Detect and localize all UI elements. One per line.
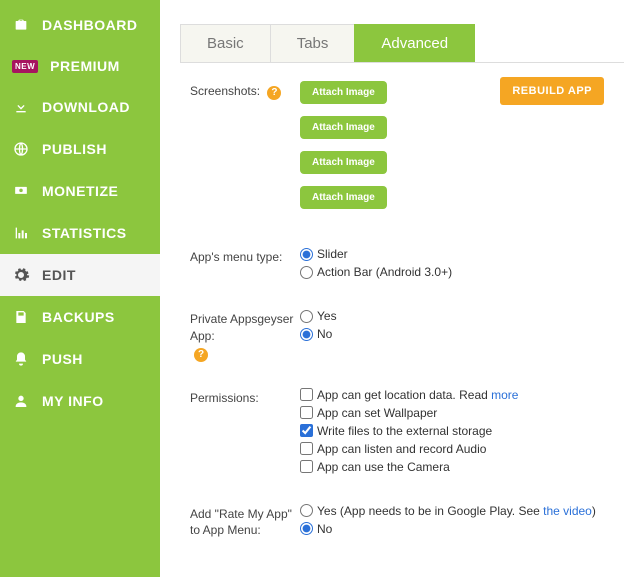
sidebar-item-label: PUSH <box>42 351 83 367</box>
chart-icon <box>12 224 30 242</box>
sidebar-item-label: DOWNLOAD <box>42 99 130 115</box>
screenshots-label: Screenshots: ? <box>190 81 300 221</box>
sidebar-item-backups[interactable]: BACKUPS <box>0 296 160 338</box>
tab-advanced[interactable]: Advanced <box>354 24 475 62</box>
sidebar-item-push[interactable]: PUSH <box>0 338 160 380</box>
radio-slider[interactable]: Slider <box>300 247 604 261</box>
rebuild-app-button[interactable]: REBUILD APP <box>500 77 604 105</box>
sidebar-item-myinfo[interactable]: MY INFO <box>0 380 160 422</box>
sidebar-item-label: EDIT <box>42 267 76 283</box>
read-more-link[interactable]: more <box>491 388 518 402</box>
sidebar-item-premium[interactable]: NEW PREMIUM <box>0 46 160 86</box>
user-icon <box>12 392 30 410</box>
perm-write-storage-checkbox[interactable] <box>300 424 313 437</box>
perm-camera-checkbox[interactable] <box>300 460 313 473</box>
sidebar-item-label: PUBLISH <box>42 141 107 157</box>
briefcase-icon <box>12 16 30 34</box>
tabs: Basic Tabs Advanced <box>180 24 624 63</box>
globe-icon <box>12 140 30 158</box>
sidebar-item-dashboard[interactable]: DASHBOARD <box>0 4 160 46</box>
sidebar: DASHBOARD NEW PREMIUM DOWNLOAD PUBLISH M… <box>0 0 160 577</box>
gear-icon <box>12 266 30 284</box>
sidebar-item-label: MONETIZE <box>42 183 118 199</box>
sidebar-item-monetize[interactable]: MONETIZE <box>0 170 160 212</box>
perm-audio[interactable]: App can listen and record Audio <box>300 442 604 456</box>
radio-private-no[interactable]: No <box>300 327 604 341</box>
row-private: Private Appsgeyser App: ? Yes No <box>190 309 604 362</box>
perm-camera[interactable]: App can use the Camera <box>300 460 604 474</box>
perm-location-checkbox[interactable] <box>300 388 313 401</box>
perm-location[interactable]: App can get location data. Read more <box>300 388 604 402</box>
perm-wallpaper[interactable]: App can set Wallpaper <box>300 406 604 420</box>
radio-rate-yes[interactable]: Yes (App needs to be in Google Play. See… <box>300 504 604 518</box>
rate-label: Add "Rate My App" to App Menu: <box>190 504 300 540</box>
help-icon[interactable]: ? <box>194 348 208 362</box>
perm-wallpaper-checkbox[interactable] <box>300 406 313 419</box>
radio-rate-no-input[interactable] <box>300 522 313 535</box>
row-rate-my-app: Add "Rate My App" to App Menu: Yes (App … <box>190 504 604 540</box>
content: REBUILD APP Screenshots: ? Attach Image … <box>160 63 624 550</box>
sidebar-item-edit[interactable]: EDIT <box>0 254 160 296</box>
row-permissions: Permissions: App can get location data. … <box>190 388 604 478</box>
radio-rate-yes-input[interactable] <box>300 504 313 517</box>
perm-audio-checkbox[interactable] <box>300 442 313 455</box>
radio-private-yes[interactable]: Yes <box>300 309 604 323</box>
attach-image-button-3[interactable]: Attach Image <box>300 151 387 174</box>
money-icon <box>12 182 30 200</box>
new-badge-icon: NEW <box>12 60 38 73</box>
radio-private-yes-input[interactable] <box>300 310 313 323</box>
radio-actionbar-input[interactable] <box>300 266 313 279</box>
row-menu-type: App's menu type: Slider Action Bar (Andr… <box>190 247 604 283</box>
see-video-link[interactable]: the video <box>543 504 592 518</box>
sidebar-item-label: MY INFO <box>42 393 104 409</box>
sidebar-item-label: BACKUPS <box>42 309 115 325</box>
sidebar-item-publish[interactable]: PUBLISH <box>0 128 160 170</box>
radio-rate-no[interactable]: No <box>300 522 604 536</box>
sidebar-item-label: STATISTICS <box>42 225 127 241</box>
main: Basic Tabs Advanced REBUILD APP Screensh… <box>160 0 624 577</box>
sidebar-item-label: PREMIUM <box>50 58 120 74</box>
radio-slider-input[interactable] <box>300 248 313 261</box>
tab-tabs[interactable]: Tabs <box>270 24 356 62</box>
radio-private-no-input[interactable] <box>300 328 313 341</box>
radio-actionbar[interactable]: Action Bar (Android 3.0+) <box>300 265 604 279</box>
menu-type-label: App's menu type: <box>190 247 300 283</box>
tab-basic[interactable]: Basic <box>180 24 271 62</box>
sidebar-item-statistics[interactable]: STATISTICS <box>0 212 160 254</box>
attach-image-button-1[interactable]: Attach Image <box>300 81 387 104</box>
attach-image-button-2[interactable]: Attach Image <box>300 116 387 139</box>
permissions-label: Permissions: <box>190 388 300 478</box>
bell-icon <box>12 350 30 368</box>
attach-image-button-4[interactable]: Attach Image <box>300 186 387 209</box>
sidebar-item-download[interactable]: DOWNLOAD <box>0 86 160 128</box>
help-icon[interactable]: ? <box>267 86 281 100</box>
sidebar-item-label: DASHBOARD <box>42 17 138 33</box>
private-label: Private Appsgeyser App: ? <box>190 309 300 362</box>
perm-write-storage[interactable]: Write files to the external storage <box>300 424 604 438</box>
save-icon <box>12 308 30 326</box>
download-icon <box>12 98 30 116</box>
